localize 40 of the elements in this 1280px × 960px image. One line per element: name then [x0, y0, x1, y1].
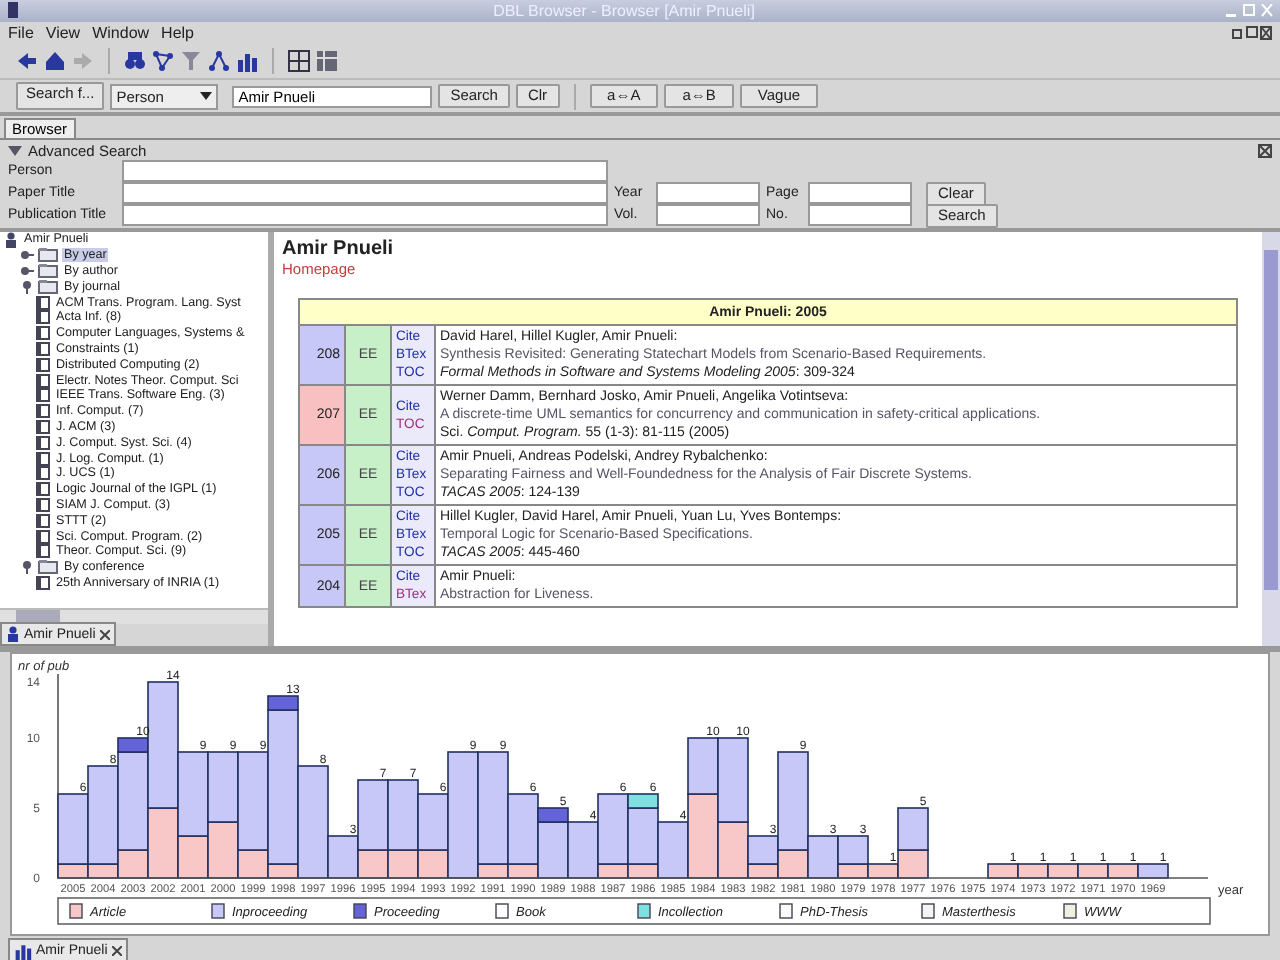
bar-chart-icon[interactable] [14, 941, 32, 959]
person-icon [4, 232, 18, 248]
bar-chart-icon[interactable] [236, 50, 258, 72]
tree-icon[interactable] [208, 50, 230, 72]
input-field[interactable] [122, 160, 608, 182]
menu-item[interactable]: File [8, 24, 34, 42]
input-field[interactable] [808, 182, 912, 204]
window-title: DBL Browser - Browser [Amir Pnueli] [491, 2, 757, 20]
input-field[interactable] [122, 182, 608, 204]
horizontal-scrollbar[interactable] [0, 608, 268, 624]
expanded-handle-icon[interactable] [8, 144, 22, 158]
collapsed-handle-icon[interactable] [20, 248, 34, 263]
table-icon[interactable] [316, 50, 338, 72]
expanded-handle-icon[interactable] [20, 279, 34, 294]
collapsed-handle-icon[interactable] [20, 263, 34, 278]
detach-icon[interactable] [1258, 144, 1272, 158]
close-icon[interactable] [99, 629, 110, 639]
binoculars-icon[interactable] [124, 50, 146, 72]
input-field[interactable] [656, 204, 760, 226]
restore-icon[interactable] [1232, 26, 1272, 40]
menu-item[interactable]: Window [92, 24, 150, 42]
expanded-handle-icon[interactable] [20, 560, 34, 575]
home-icon[interactable] [44, 50, 66, 72]
app-icon[interactable] [6, 2, 22, 20]
caret-icon [200, 92, 213, 100]
grid-icon[interactable] [288, 50, 310, 72]
author-heading: Amir Pnueli [282, 238, 396, 260]
book-icon [36, 575, 50, 590]
vertical-scrollbar[interactable] [1262, 232, 1280, 646]
menu-item[interactable]: View [45, 24, 81, 42]
input-field[interactable] [808, 204, 912, 226]
close-icon[interactable] [111, 945, 122, 955]
menu-item[interactable]: Help [161, 24, 194, 42]
person-icon [6, 626, 20, 642]
network-icon[interactable] [152, 50, 174, 72]
folder-icon [38, 560, 58, 575]
input-field[interactable] [122, 204, 608, 226]
chart-bar [207, 751, 239, 823]
back-arrow-icon[interactable] [16, 50, 38, 72]
input-field[interactable] [656, 182, 760, 204]
